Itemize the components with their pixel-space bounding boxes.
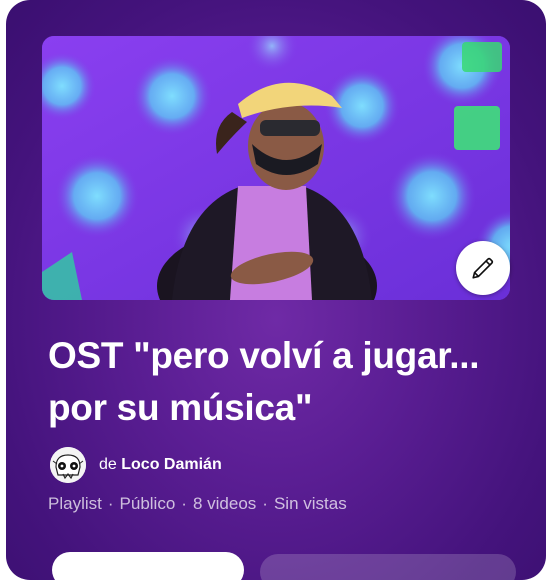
playlist-thumbnail[interactable] bbox=[42, 36, 510, 300]
meta-separator: · bbox=[262, 494, 268, 513]
meta-type: Playlist bbox=[48, 494, 102, 513]
playlist-meta: Playlist · Público · 8 videos · Sin vist… bbox=[48, 494, 347, 514]
avatar[interactable] bbox=[50, 447, 86, 483]
action-buttons-row bbox=[48, 552, 518, 580]
thumbnail-image bbox=[42, 36, 510, 300]
playlist-title-line-2: por su música" bbox=[48, 387, 313, 428]
edit-thumbnail-button[interactable] bbox=[456, 241, 510, 295]
playlist-title[interactable]: OST "pero volví a jugar... por su música… bbox=[48, 330, 528, 434]
meta-video-count: 8 videos bbox=[192, 494, 257, 513]
playlist-title-line-1: OST "pero volví a jugar... bbox=[48, 335, 480, 376]
meta-privacy[interactable]: Público bbox=[120, 494, 176, 514]
playlist-owner[interactable]: de Loco Damián bbox=[50, 447, 222, 483]
play-all-button[interactable] bbox=[52, 552, 244, 580]
owner-name-label: Loco Damián bbox=[121, 456, 222, 473]
meta-separator: · bbox=[107, 494, 114, 513]
skull-avatar-icon bbox=[50, 447, 86, 483]
owner-prefix: de bbox=[99, 456, 117, 473]
meta-views: Sin vistas bbox=[273, 494, 347, 513]
playlist-header-card: OST "pero volví a jugar... por su música… bbox=[6, 0, 546, 580]
pencil-icon bbox=[472, 257, 494, 279]
owner-name[interactable]: de Loco Damián bbox=[99, 456, 222, 474]
meta-separator: · bbox=[181, 494, 187, 513]
